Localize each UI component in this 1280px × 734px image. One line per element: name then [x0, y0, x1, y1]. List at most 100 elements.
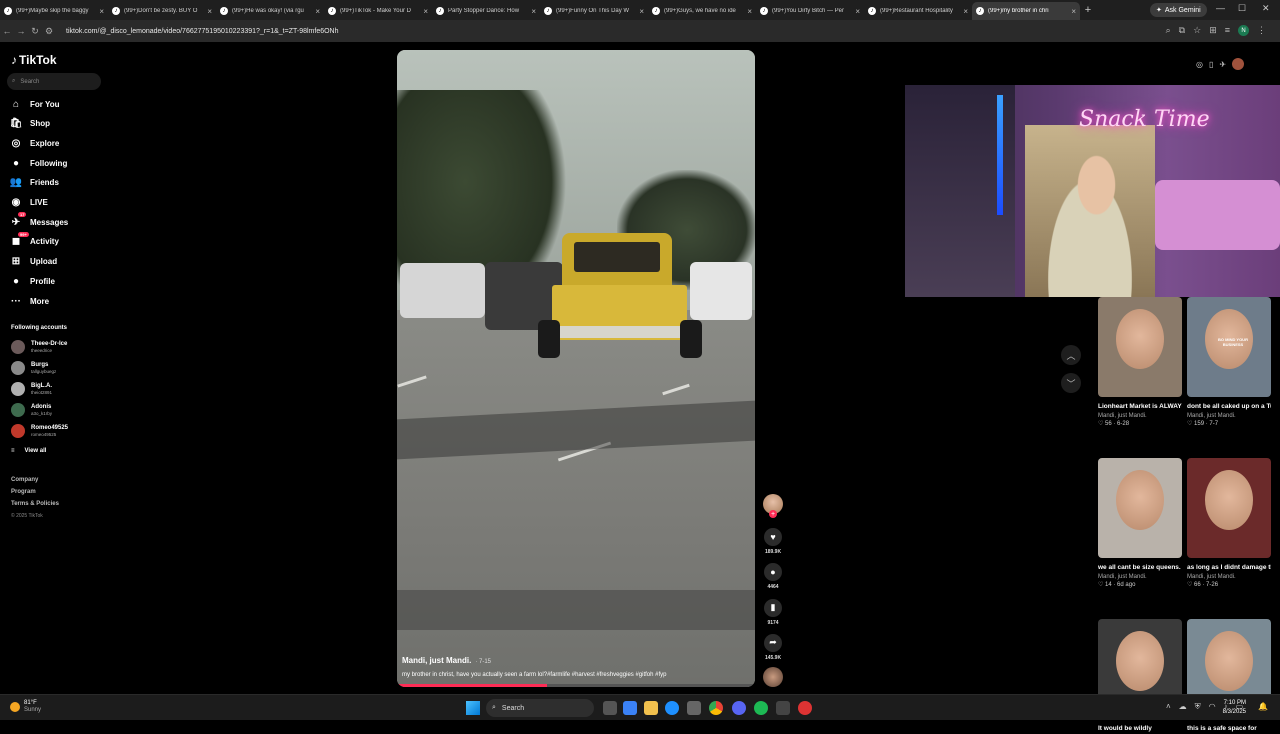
sidebar-item-profile[interactable]: ● Profile: [10, 274, 55, 288]
video-progress-bar[interactable]: [397, 684, 755, 687]
browser-tab[interactable]: ♪ Party Stopper Dance: How ×: [432, 2, 540, 20]
video-thumbnail[interactable]: [1098, 297, 1182, 397]
close-tab-icon[interactable]: ×: [99, 7, 104, 16]
spotify-icon[interactable]: [754, 701, 768, 715]
video-thumbnail[interactable]: [1187, 458, 1271, 558]
sidebar-item-for-you[interactable]: ⌂ For You: [10, 97, 60, 111]
ask-gemini-button[interactable]: ✦ Ask Gemini: [1150, 3, 1207, 17]
following-account[interactable]: Romeo49525 romeo49525: [11, 424, 68, 438]
site-info-icon[interactable]: ⚙: [42, 26, 56, 37]
related-video-tile[interactable]: Lionheart Market is ALWAYS accepting... M…: [1098, 297, 1182, 427]
previous-video-button[interactable]: ︿: [1061, 345, 1081, 365]
related-video-tile[interactable]: we all cant be size queens. little hauls…: [1098, 458, 1182, 588]
music-disc-icon[interactable]: [763, 667, 783, 687]
browser-tab[interactable]: ♪ (99+)Maybe skip the baggy ×: [0, 2, 108, 20]
sidebar-item-upload[interactable]: ⊞ Upload: [10, 255, 57, 269]
close-tab-icon[interactable]: ×: [1071, 7, 1076, 16]
minimize-icon[interactable]: —: [1216, 3, 1225, 13]
app-icon[interactable]: [798, 701, 812, 715]
media-icon[interactable]: ≡: [1225, 25, 1230, 36]
share-button[interactable]: ➦ 145.9K: [760, 633, 786, 661]
following-account[interactable]: Adonis a3o_k1rby: [11, 403, 52, 417]
tiktok-logo[interactable]: ♪ TikTok: [11, 53, 57, 67]
reload-icon[interactable]: ↻: [28, 26, 42, 37]
footer-terms[interactable]: Terms & Policies: [11, 501, 59, 507]
zoom-icon[interactable]: ⌕: [1166, 25, 1171, 36]
weather-widget[interactable]: 81°F Sunny: [10, 700, 41, 714]
related-video-tile[interactable]: as long as I didnt damage the truck he..…: [1187, 458, 1271, 588]
footer-program[interactable]: Program: [11, 489, 36, 495]
menu-dots-icon[interactable]: ⋮: [1257, 25, 1266, 36]
search-input[interactable]: ⌕ Search: [7, 73, 101, 90]
maximize-icon[interactable]: ☐: [1238, 3, 1246, 14]
video-thumbnail[interactable]: BO MIND YOUR BUSINESS: [1187, 297, 1271, 397]
bookmark-star-icon[interactable]: ☆: [1193, 25, 1201, 36]
back-icon[interactable]: ←: [0, 26, 14, 36]
like-button[interactable]: ♥ 189.9K: [760, 528, 786, 555]
browser-profile-avatar[interactable]: N: [1238, 25, 1249, 36]
close-tab-icon[interactable]: ×: [855, 7, 860, 16]
sidebar-item-more[interactable]: ··· More: [10, 294, 49, 308]
copilot-icon[interactable]: [623, 701, 637, 715]
sidebar-item-friends[interactable]: 👥 Friends: [10, 176, 59, 190]
sidebar-item-live[interactable]: ◉ LIVE: [10, 196, 48, 210]
task-view-icon[interactable]: [603, 701, 617, 715]
inbox-icon[interactable]: ✈: [1219, 60, 1226, 69]
shield-icon[interactable]: ⛨: [1195, 702, 1201, 712]
close-tab-icon[interactable]: ×: [315, 7, 320, 16]
browser-tab[interactable]: ♪ (99+)Funny On This Day W ×: [540, 2, 648, 20]
sidebar-item-following[interactable]: ● Following: [10, 156, 67, 170]
close-window-icon[interactable]: ✕: [1262, 3, 1270, 14]
extensions-icon[interactable]: ⊞: [1209, 25, 1217, 36]
related-video-tile[interactable]: BO MIND YOUR BUSINESS dont be all caked u…: [1187, 297, 1271, 427]
clock[interactable]: 7:10 PM 8/3/2025: [1223, 699, 1246, 717]
onedrive-icon[interactable]: ☁: [1179, 702, 1187, 712]
browser-tab[interactable]: ♪ (99+)TikTok - Make Your D ×: [324, 2, 432, 20]
edge-icon[interactable]: [665, 701, 679, 715]
following-account[interactable]: Burgs tallguybuegz: [11, 361, 56, 375]
save-button[interactable]: ▮ 9174: [760, 598, 786, 626]
follow-plus-icon[interactable]: +: [769, 510, 777, 518]
tray-chevron-icon[interactable]: ˄: [1166, 702, 1171, 712]
comment-button[interactable]: ● 4464: [760, 563, 786, 590]
close-tab-icon[interactable]: ×: [423, 7, 428, 16]
browser-tab[interactable]: ♪ (99+)Guys, we have no ide ×: [648, 2, 756, 20]
browser-tab[interactable]: ♪ (99+)Restaurant Hospitality ×: [864, 2, 972, 20]
user-avatar[interactable]: [1232, 58, 1245, 70]
wifi-icon[interactable]: ◠: [1209, 702, 1216, 712]
browser-tab[interactable]: ♪ (99+)Don't be zesty. BUY O ×: [108, 2, 216, 20]
forward-icon[interactable]: →: [14, 26, 28, 36]
close-tab-icon[interactable]: ×: [531, 7, 536, 16]
close-tab-icon[interactable]: ×: [639, 7, 644, 16]
url-field[interactable]: tiktok.com/@_disco_lemonade/video/766277…: [66, 28, 339, 35]
close-tab-icon[interactable]: ×: [963, 7, 968, 16]
install-icon[interactable]: ⧉: [1179, 25, 1185, 36]
footer-company[interactable]: Company: [11, 477, 38, 483]
chrome-icon[interactable]: [709, 701, 723, 715]
video-author[interactable]: Mandi, just Mandi. · 7-15: [402, 656, 491, 665]
sidebar-item-shop[interactable]: 🛍 Shop: [10, 117, 50, 131]
terminal-icon[interactable]: [776, 701, 790, 715]
coin-icon[interactable]: ◎: [1196, 60, 1203, 69]
sidebar-item-explore[interactable]: ◎ Explore: [10, 136, 60, 150]
browser-tab[interactable]: ♪ (99+)You Dirty Bitch — Per ×: [756, 2, 864, 20]
following-account[interactable]: Theee-Dr-Ice theeedrice: [11, 340, 67, 354]
browser-tab[interactable]: ♪ (99+)my brother in chri ×: [972, 2, 1080, 20]
file-explorer-icon[interactable]: [644, 701, 658, 715]
store-icon[interactable]: [687, 701, 701, 715]
close-tab-icon[interactable]: ×: [747, 7, 752, 16]
discord-icon[interactable]: [732, 701, 746, 715]
video-player[interactable]: Mandi, just Mandi. · 7-15 my brother in c…: [397, 50, 755, 687]
sidebar-item-messages[interactable]: ✈ 17 Messages: [10, 212, 68, 229]
device-icon[interactable]: ▯: [1209, 60, 1213, 69]
following-account[interactable]: BigL.A. theiot2891: [11, 382, 52, 396]
close-tab-icon[interactable]: ×: [207, 7, 212, 16]
browser-tab[interactable]: ♪ (99+)He was okay! (via rgu ×: [216, 2, 324, 20]
taskbar-search[interactable]: ⌕ Search: [486, 699, 594, 717]
new-tab-button[interactable]: +: [1080, 4, 1096, 16]
view-all-link[interactable]: ≡ View all: [11, 448, 46, 454]
sidebar-item-activity[interactable]: ◼ 99+ Activity: [10, 231, 59, 249]
next-video-button[interactable]: ﹀: [1061, 373, 1081, 393]
video-thumbnail[interactable]: [1098, 458, 1182, 558]
notification-bell-icon[interactable]: 🔔: [1258, 702, 1268, 711]
